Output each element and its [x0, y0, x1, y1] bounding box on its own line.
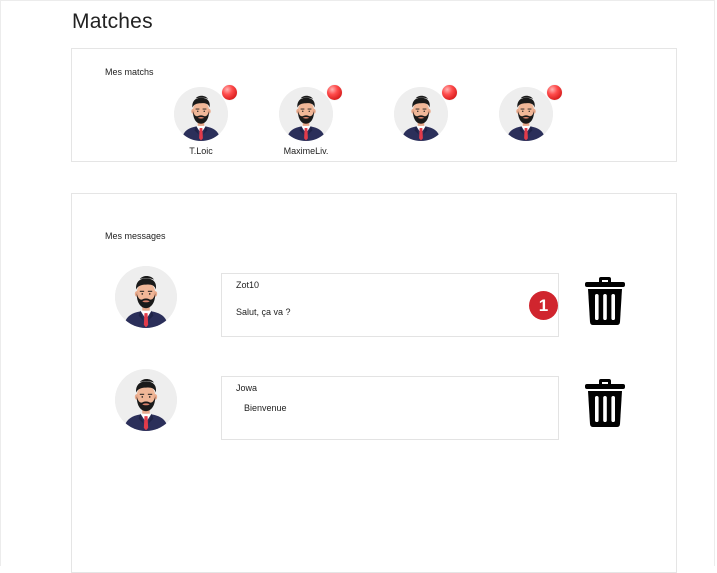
avatar[interactable]: [499, 87, 553, 141]
unread-badge: 1: [529, 291, 558, 320]
status-indicator-icon: [327, 85, 342, 100]
match-name[interactable]: MaximeLiv.: [261, 146, 351, 156]
trash-icon: [584, 276, 626, 326]
delete-button[interactable]: [584, 276, 626, 326]
messages-section-label: Mes messages: [105, 231, 166, 241]
trash-icon: [584, 378, 626, 428]
message-sender: Jowa: [236, 383, 258, 393]
message-preview[interactable]: Zot10 Salut, ça va ? 1: [221, 273, 559, 337]
messages-card: Mes messages Zot10 Salut, ça va ? 1 Jowa…: [71, 193, 677, 573]
match-name[interactable]: T.Loic: [156, 146, 246, 156]
message-preview[interactable]: Jowa Bienvenue: [221, 376, 559, 440]
avatar[interactable]: [115, 369, 177, 431]
match-item[interactable]: [376, 85, 466, 167]
message-sender: Zot10: [236, 280, 260, 290]
delete-button[interactable]: [584, 378, 626, 428]
message-text: Salut, ça va ?: [236, 307, 291, 317]
avatar[interactable]: [279, 87, 333, 141]
status-indicator-icon: [547, 85, 562, 100]
matches-card: Mes matchs T.Loic MaximeLiv.: [71, 48, 677, 162]
message-text: Bienvenue: [244, 403, 287, 413]
match-item[interactable]: T.Loic: [156, 85, 246, 167]
status-indicator-icon: [222, 85, 237, 100]
match-item[interactable]: MaximeLiv.: [261, 85, 351, 167]
avatar[interactable]: [115, 266, 177, 328]
matches-section-label: Mes matchs: [105, 67, 154, 77]
match-item[interactable]: [481, 85, 571, 167]
page-title: Matches: [72, 10, 153, 33]
status-indicator-icon: [442, 85, 457, 100]
avatar[interactable]: [174, 87, 228, 141]
avatar[interactable]: [394, 87, 448, 141]
